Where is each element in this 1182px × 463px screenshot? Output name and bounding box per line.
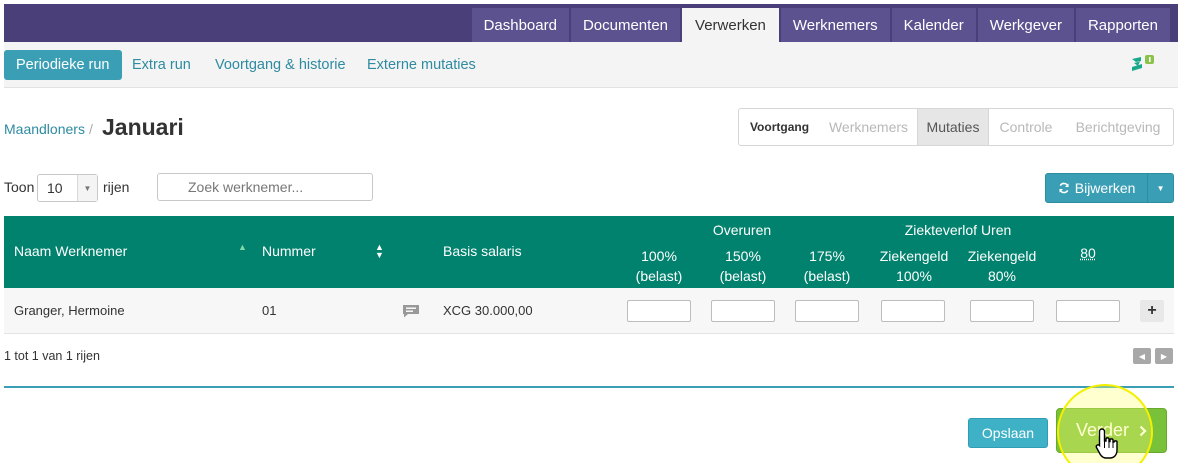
tab-kalender[interactable]: Kalender	[891, 8, 976, 42]
subnav-voortgang-historie[interactable]: Voortgang & historie	[215, 50, 346, 80]
sub-navigation: Periodieke run Extra run Voortgang & his…	[4, 42, 1178, 88]
col-header-extra[interactable]: 80	[1070, 243, 1106, 263]
plus-icon: +	[1147, 302, 1157, 319]
step-voortgang[interactable]: Voortgang	[739, 109, 820, 145]
sort-ascending-icon[interactable]: ▲	[238, 242, 247, 252]
col-header-ot175: 175% (belast)	[796, 246, 858, 286]
col-header-sick100: Ziekengeld 100%	[874, 246, 954, 286]
subnav-periodieke-run[interactable]: Periodieke run	[4, 50, 122, 80]
table-info: 1 tot 1 van 1 rijen	[4, 349, 100, 363]
col-header-ot100-taxed: (belast)	[635, 268, 683, 284]
show-label: Toon	[4, 179, 35, 195]
pager-prev-button[interactable]: ◀	[1133, 348, 1151, 364]
chevron-left-icon: ◀	[1138, 351, 1146, 361]
tab-verwerken[interactable]: Verwerken	[682, 8, 779, 42]
search-employee-input[interactable]	[157, 173, 373, 201]
refresh-icon	[1058, 182, 1069, 194]
step-wizard: Voortgang Werknemers Mutaties Controle B…	[738, 108, 1174, 146]
sort-both-icon[interactable]: ▲ ▼	[375, 243, 384, 260]
top-navigation: Dashboard Documenten Verwerken Werknemer…	[4, 4, 1178, 42]
table-row: Granger, Hermoine 01 XCG 30.000,00 +	[4, 288, 1174, 334]
col-header-ot100-pct: 100%	[641, 248, 677, 264]
tab-werknemers[interactable]: Werknemers	[780, 8, 890, 42]
refresh-button[interactable]: Bijwerken	[1046, 174, 1147, 202]
col-header-sick100-label: Ziekengeld	[879, 248, 949, 264]
chevron-right-icon: ▶	[1160, 351, 1168, 361]
breadcrumb-link-maandloners[interactable]: Maandloners	[4, 121, 85, 137]
col-group-overtime: Overuren	[712, 222, 772, 238]
col-header-ot150-pct: 150%	[725, 248, 761, 264]
breadcrumb: Maandloners /	[4, 121, 93, 137]
ot175-input[interactable]	[795, 300, 859, 322]
col-header-number[interactable]: Nummer	[262, 243, 316, 259]
col-header-ot150: 150% (belast)	[712, 246, 774, 286]
chevron-down-icon: ▼	[77, 175, 97, 201]
col-header-ot100: 100% (belast)	[628, 246, 690, 286]
top-nav-tabs: Dashboard Documenten Verwerken Werknemer…	[471, 8, 1170, 42]
page-title: Januari	[102, 114, 184, 140]
sick100-input[interactable]	[881, 300, 945, 322]
sick80-input[interactable]	[970, 300, 1034, 322]
add-row-button[interactable]: +	[1140, 300, 1164, 322]
rows-per-page-value: 10	[47, 180, 63, 196]
col-header-sick80-label: Ziekengeld	[967, 248, 1037, 264]
breadcrumb-separator: /	[88, 121, 93, 137]
subnav-extra-run[interactable]: Extra run	[132, 50, 191, 80]
comment-icon[interactable]	[402, 304, 420, 318]
caret-down-icon: ▼	[1156, 183, 1165, 193]
tab-rapporten[interactable]: Rapporten	[1075, 8, 1170, 42]
cell-employee-name: Granger, Hermoine	[14, 303, 125, 318]
ot150-input[interactable]	[711, 300, 775, 322]
extra-input[interactable]	[1056, 300, 1120, 322]
ot100-input[interactable]	[627, 300, 691, 322]
col-header-ot175-taxed: (belast)	[803, 268, 851, 284]
col-header-name[interactable]: Naam Werknemer	[14, 243, 127, 259]
cell-base-salary: XCG 30.000,00	[443, 303, 533, 318]
app-logo-icon[interactable]	[1130, 53, 1156, 75]
step-controle[interactable]: Controle	[989, 109, 1063, 145]
tab-documenten[interactable]: Documenten	[570, 8, 681, 42]
step-berichtgeving[interactable]: Berichtgeving	[1063, 109, 1173, 145]
table-header: Naam Werknemer ▲ Nummer ▲ ▼ Basis salaris…	[4, 216, 1174, 288]
step-mutaties[interactable]: Mutaties	[917, 109, 989, 145]
col-header-ot175-pct: 175%	[809, 248, 845, 264]
refresh-button-group: Bijwerken ▼	[1045, 173, 1174, 203]
col-header-sick100-pct: 100%	[896, 268, 932, 284]
col-header-sick80: Ziekengeld 80%	[962, 246, 1042, 286]
pager-next-button[interactable]: ▶	[1155, 348, 1173, 364]
rows-per-page-select[interactable]: 10 ▼	[37, 174, 98, 202]
save-button[interactable]: Opslaan	[968, 418, 1048, 448]
rows-label: rijen	[103, 179, 130, 195]
col-header-sick80-pct: 80%	[987, 268, 1017, 284]
divider	[4, 386, 1174, 388]
cell-employee-number: 01	[262, 303, 277, 318]
tab-werkgever[interactable]: Werkgever	[977, 8, 1074, 42]
subnav-externe-mutaties[interactable]: Externe mutaties	[367, 50, 476, 80]
refresh-button-label: Bijwerken	[1074, 180, 1136, 196]
refresh-dropdown-toggle[interactable]: ▼	[1147, 174, 1173, 202]
col-header-salary: Basis salaris	[443, 243, 522, 259]
step-werknemers[interactable]: Werknemers	[820, 109, 917, 145]
col-group-sick-leave: Ziekteverlof Uren	[904, 222, 1012, 238]
hand-cursor-icon	[1095, 428, 1118, 459]
col-header-ot150-taxed: (belast)	[719, 268, 767, 284]
tab-dashboard[interactable]: Dashboard	[471, 8, 569, 42]
